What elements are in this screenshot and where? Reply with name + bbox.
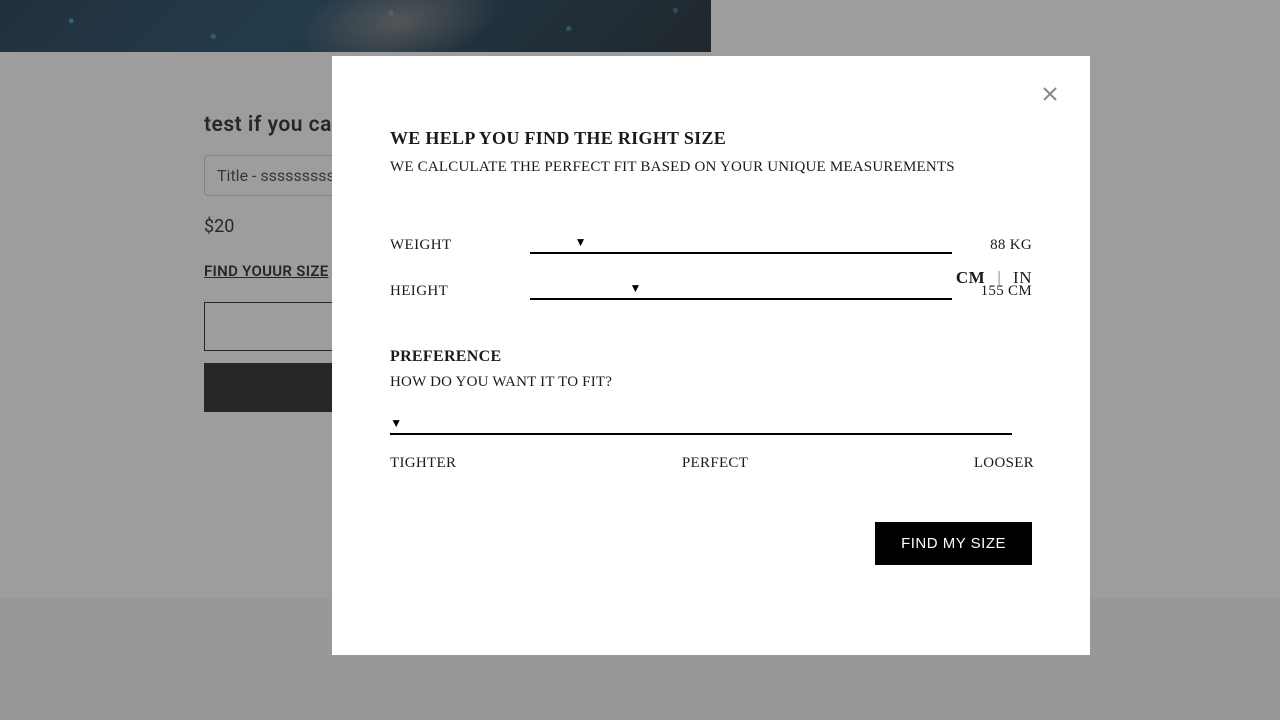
preference-labels: TIGHTER PERFECT LOOSER [390, 455, 1034, 472]
modal-heading: WE HELP YOU FIND THE RIGHT SIZE [390, 128, 1032, 149]
unit-in[interactable]: IN [1013, 268, 1032, 288]
preference-heading: PREFERENCE [390, 348, 1032, 366]
weight-track [530, 252, 952, 254]
size-finder-modal: WE HELP YOU FIND THE RIGHT SIZE WE CALCU… [332, 56, 1090, 655]
preference-slider-thumb-icon: ▼ [390, 417, 402, 429]
preference-block: PREFERENCE HOW DO YOU WANT IT TO FIT? ▼ … [390, 348, 1032, 472]
weight-value: 88 KG [952, 237, 1032, 254]
height-track [530, 298, 952, 300]
weight-label: WEIGHT [390, 237, 530, 254]
unit-toggle: CM | IN [956, 268, 1032, 288]
unit-cm[interactable]: CM [956, 268, 985, 288]
height-row: HEIGHT ▼ 155 CM [390, 280, 1032, 302]
height-slider[interactable]: ▼ [530, 286, 952, 302]
weight-row: WEIGHT ▼ 88 KG [390, 234, 1032, 256]
preference-subheading: HOW DO YOU WANT IT TO FIT? [390, 374, 1032, 391]
height-label: HEIGHT [390, 283, 530, 300]
find-my-size-button[interactable]: FIND MY SIZE [875, 522, 1032, 565]
preference-looser-label: LOOSER [974, 455, 1034, 472]
modal-content: WE HELP YOU FIND THE RIGHT SIZE WE CALCU… [332, 56, 1090, 512]
preference-track [390, 433, 1012, 435]
close-icon[interactable] [1040, 84, 1060, 104]
preference-tighter-label: TIGHTER [390, 455, 456, 472]
unit-separator: | [997, 268, 1000, 287]
weight-slider-thumb-icon: ▼ [575, 236, 587, 248]
modal-subheading: WE CALCULATE THE PERFECT FIT BASED ON YO… [390, 159, 1032, 176]
preference-perfect-label: PERFECT [682, 455, 748, 472]
weight-slider[interactable]: ▼ [530, 240, 952, 256]
height-slider-thumb-icon: ▼ [630, 282, 642, 294]
preference-slider[interactable]: ▼ [390, 421, 1012, 437]
